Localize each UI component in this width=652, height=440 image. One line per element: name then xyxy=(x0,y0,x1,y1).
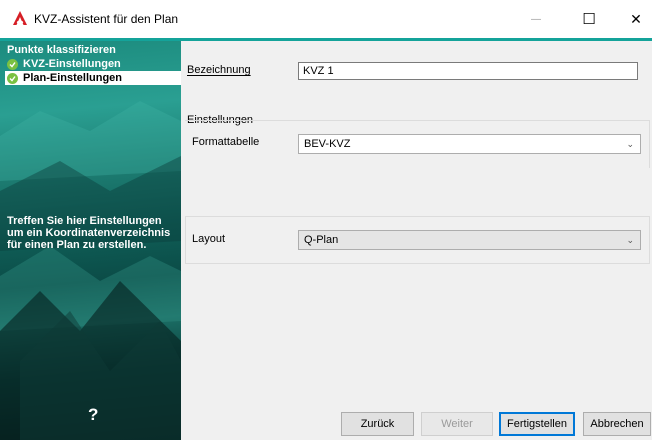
step-kvz-einstellungen[interactable]: KVZ-Einstellungen xyxy=(7,57,181,71)
bezeichnung-input[interactable]: KVZ 1 xyxy=(298,62,638,80)
close-icon: ✕ xyxy=(630,10,642,27)
minimize-button[interactable]: — xyxy=(513,0,559,38)
bezeichnung-label-text: Bezeichnung xyxy=(187,64,251,76)
step-label: KVZ-Einstellungen xyxy=(23,58,121,70)
formattabelle-select[interactable]: BEV-KVZ ⌄ xyxy=(298,134,641,154)
title-bar: KVZ-Assistent für den Plan — ☐ ✕ xyxy=(0,0,652,38)
wizard-hint-text: Treffen Sie hier Einstellungen um ein Ko… xyxy=(7,215,171,251)
check-circle-icon xyxy=(7,72,18,84)
cancel-button[interactable]: Abbrechen xyxy=(583,412,651,436)
chevron-down-icon: ⌄ xyxy=(626,235,634,245)
layout-value: Q-Plan xyxy=(304,234,339,246)
step-label: Plan-Einstellungen xyxy=(23,72,123,84)
bezeichnung-label: Bezeichnung xyxy=(187,64,251,76)
layout-label: Layout xyxy=(192,233,226,245)
window-title: KVZ-Assistent für den Plan xyxy=(34,12,179,26)
next-button[interactable]: Weiter xyxy=(421,412,493,436)
steps-header: Punkte klassifizieren xyxy=(7,44,116,56)
chevron-down-icon: ⌄ xyxy=(626,139,634,149)
maximize-button[interactable]: ☐ xyxy=(566,0,612,38)
maximize-icon: ☐ xyxy=(582,11,596,28)
layout-select[interactable]: Q-Plan ⌄ xyxy=(298,230,641,250)
check-circle-icon xyxy=(7,58,18,70)
wizard-steps: Punkte klassifizieren KVZ-Einstellungen … xyxy=(5,43,181,85)
formattabelle-label: Formattabelle xyxy=(192,136,260,148)
step-plan-einstellungen[interactable]: Plan-Einstellungen xyxy=(5,71,181,85)
formattabelle-value: BEV-KVZ xyxy=(304,138,351,150)
app-logo-icon xyxy=(13,11,27,25)
close-button[interactable]: ✕ xyxy=(613,0,652,38)
finish-button[interactable]: Fertigstellen xyxy=(499,412,575,436)
help-icon[interactable]: ? xyxy=(88,405,98,425)
minimize-icon: — xyxy=(531,13,541,25)
back-button[interactable]: Zurück xyxy=(341,412,414,436)
wizard-side-panel: Punkte klassifizieren KVZ-Einstellungen … xyxy=(0,41,181,440)
